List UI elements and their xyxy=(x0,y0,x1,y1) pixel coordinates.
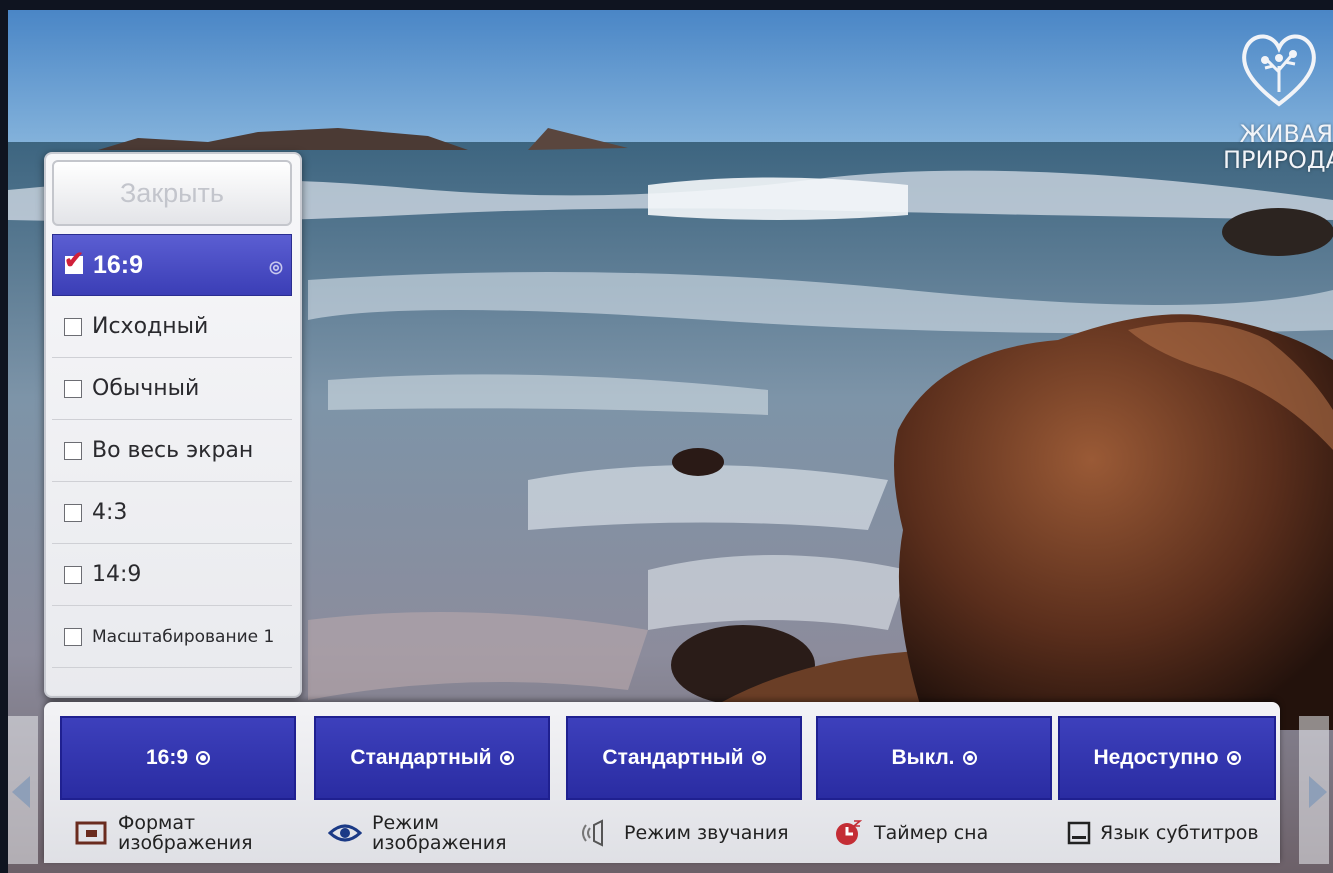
aspect-ratio-menu: Закрыть ✔ 16:9 ◎ Исходный Обычный Во вес… xyxy=(44,152,302,698)
quick-item-label: Таймер сна xyxy=(816,808,1052,858)
aspect-ratio-icon xyxy=(75,821,107,845)
quick-item-sleep-timer: Выкл. Таймер сна xyxy=(816,716,1052,862)
checkbox[interactable] xyxy=(64,627,82,646)
subtitle-language-button[interactable]: Недоступно xyxy=(1058,716,1276,800)
aspect-option-original[interactable]: Исходный xyxy=(52,296,292,358)
aspect-options-list: ✔ 16:9 ◎ Исходный Обычный Во весь экран … xyxy=(52,234,292,668)
sleep-timer-icon xyxy=(836,820,863,845)
close-button[interactable]: Закрыть xyxy=(52,160,292,226)
aspect-option-14-9[interactable]: 14:9 xyxy=(52,544,292,606)
ok-icon xyxy=(499,751,514,765)
channel-logo-line1: ЖИВАЯ xyxy=(1239,120,1333,148)
checkbox[interactable] xyxy=(64,503,82,522)
scroll-right-button[interactable] xyxy=(1299,716,1329,864)
subtitle-icon xyxy=(1067,821,1091,845)
heart-tree-icon xyxy=(1242,34,1316,107)
quick-item-label: Режим звучания xyxy=(566,808,802,858)
ok-icon xyxy=(962,751,977,765)
checkbox[interactable] xyxy=(64,317,82,336)
checkbox[interactable] xyxy=(64,565,82,584)
checkbox[interactable] xyxy=(64,379,82,398)
picture-mode-value: Стандартный xyxy=(350,746,492,769)
ok-icon xyxy=(1226,751,1241,765)
sleep-timer-label: Таймер сна xyxy=(874,822,989,844)
aspect-option-label: 14:9 xyxy=(92,562,142,587)
quick-item-label: Формат изображения xyxy=(60,808,296,858)
arrow-left-icon xyxy=(12,776,30,808)
aspect-ratio-value: 16:9 xyxy=(145,746,189,769)
sound-mode-button[interactable]: Стандартный xyxy=(566,716,802,800)
sleep-timer-button[interactable]: Выкл. xyxy=(816,716,1052,800)
quick-item-aspect-ratio: 16:9 Формат изображения xyxy=(60,716,296,862)
subtitle-language-label: Язык субтитров xyxy=(1100,822,1259,844)
speaker-icon xyxy=(582,819,603,847)
scroll-left-button[interactable] xyxy=(8,716,38,864)
aspect-option-4-3[interactable]: 4:3 xyxy=(52,482,292,544)
picture-mode-label: Режим изображения xyxy=(372,812,507,854)
quick-item-sound-mode: Стандартный Режим звучания xyxy=(566,716,802,862)
sound-mode-value: Стандартный xyxy=(602,746,744,769)
arrow-right-icon xyxy=(1309,776,1327,808)
eye-icon xyxy=(328,824,362,842)
aspect-option-label: Обычный xyxy=(92,376,200,401)
quick-item-picture-mode: Стандартный Режим изображения xyxy=(314,716,550,862)
aspect-option-label: Исходный xyxy=(92,314,209,339)
channel-logo: ЖИВАЯ ПРИРОДА xyxy=(1193,26,1333,172)
aspect-ratio-button[interactable]: 16:9 xyxy=(60,716,296,800)
subtitle-language-value: Недоступно xyxy=(1093,746,1219,769)
channel-logo-line2: ПРИРОДА xyxy=(1223,146,1333,174)
ok-icon xyxy=(196,751,211,765)
aspect-option-label: Масштабирование 1 xyxy=(92,626,275,647)
aspect-option-label: 16:9 xyxy=(93,250,144,279)
sleep-timer-value: Выкл. xyxy=(891,746,955,769)
sound-mode-label: Режим звучания xyxy=(624,822,789,844)
aspect-option-label: Во весь экран xyxy=(92,438,254,463)
quick-item-label: Язык субтитров xyxy=(1058,808,1278,858)
quick-item-subtitle-language: Недоступно Язык субтитров xyxy=(1058,716,1294,862)
quick-item-label: Режим изображения xyxy=(314,808,550,858)
quick-menu-bar: 16:9 Формат изображения Стандартный Режи… xyxy=(44,702,1280,863)
aspect-option-normal[interactable]: Обычный xyxy=(52,358,292,420)
aspect-ratio-label: Формат изображения xyxy=(118,812,253,854)
checkbox[interactable] xyxy=(64,441,82,460)
aspect-option-full-screen[interactable]: Во весь экран xyxy=(52,420,292,482)
ok-icon xyxy=(751,751,766,765)
picture-mode-button[interactable]: Стандартный xyxy=(314,716,550,800)
scroll-indicator-icon: ◎ xyxy=(269,259,283,276)
check-icon: ✔ xyxy=(64,247,85,274)
checkbox-checked[interactable]: ✔ xyxy=(64,249,84,274)
aspect-option-label: 4:3 xyxy=(92,500,128,525)
aspect-option-zoom-1[interactable]: Масштабирование 1 xyxy=(52,606,292,668)
aspect-option-16-9[interactable]: ✔ 16:9 ◎ xyxy=(52,234,292,296)
